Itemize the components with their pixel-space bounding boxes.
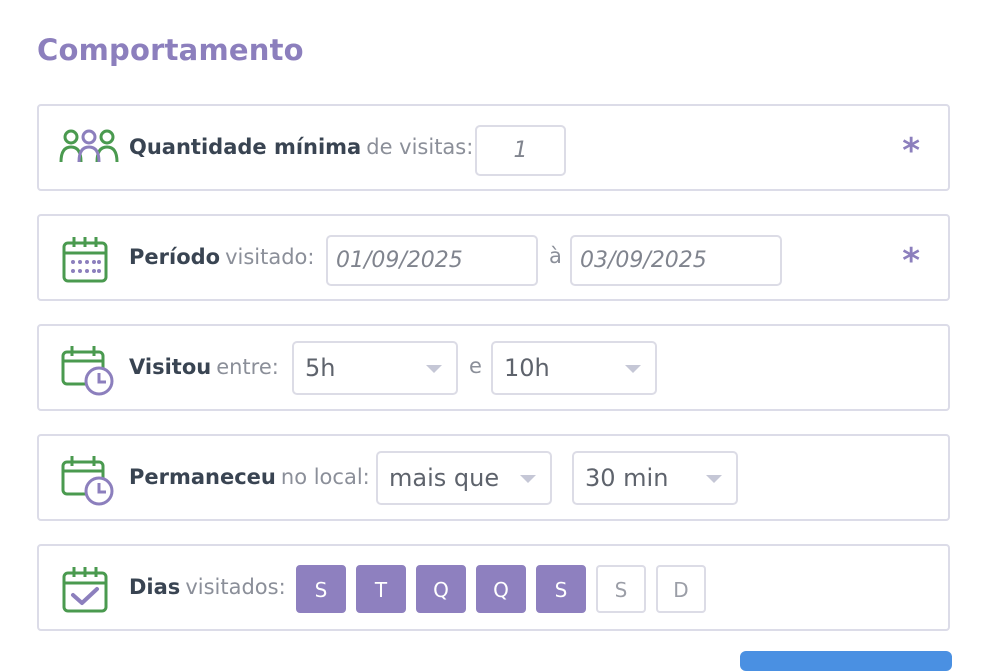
action-button-partial[interactable] [740, 651, 952, 671]
chevron-down-icon [706, 475, 722, 483]
stayed-duration-value: 30 min [585, 464, 669, 492]
visited-between-label-light: entre: [216, 355, 279, 379]
min-visits-input[interactable]: 1 [475, 125, 566, 176]
chevron-down-icon [426, 365, 442, 373]
users-icon [59, 120, 119, 176]
visited-between-label: Visitou entre: [129, 326, 279, 409]
day-toggle-qua[interactable]: Q [416, 565, 466, 613]
day-toggle-seg[interactable]: S [296, 565, 346, 613]
stayed-card: Permaneceu no local: mais que 30 min [37, 434, 950, 521]
visited-between-separator: e [469, 354, 482, 378]
section-title: Comportamento [37, 33, 304, 67]
period-start-input[interactable]: 01/09/2025 [326, 235, 538, 286]
period-label-light: visitado: [225, 245, 315, 269]
visited-to-value: 10h [504, 354, 550, 382]
min-visits-label-light: de visitas: [366, 135, 474, 159]
calendar-icon [59, 234, 115, 290]
period-end-input[interactable]: 03/09/2025 [570, 235, 782, 286]
days-label-light: visitados: [185, 575, 286, 599]
stayed-label-light: no local: [280, 465, 370, 489]
visited-to-select[interactable]: 10h [491, 341, 657, 395]
calendar-check-icon [59, 564, 115, 620]
period-label-bold: Período [129, 245, 221, 269]
period-label: Período visitado: [129, 216, 314, 299]
day-toggle-sab[interactable]: S [596, 565, 646, 613]
stayed-duration-select[interactable]: 30 min [572, 451, 738, 505]
chevron-down-icon [625, 365, 641, 373]
days-card: Dias visitados: S T Q Q S S D [37, 544, 950, 631]
period-card: Período visitado: 01/09/2025 à 03/09/2025… [37, 214, 950, 301]
stayed-comparator-select[interactable]: mais que [376, 451, 552, 505]
stayed-label-bold: Permaneceu [129, 465, 276, 489]
day-toggle-sex[interactable]: S [536, 565, 586, 613]
visited-between-label-bold: Visitou [129, 355, 212, 379]
min-visits-label-bold: Quantidade mínima [129, 135, 362, 159]
calendar-clock-icon [59, 344, 115, 400]
min-visits-label: Quantidade mínima de visitas: [129, 106, 473, 189]
day-toggle-qui[interactable]: Q [476, 565, 526, 613]
required-mark: * [902, 241, 920, 281]
visited-from-value: 5h [305, 354, 336, 382]
stayed-comparator-value: mais que [389, 464, 500, 492]
min-visits-card: Quantidade mínima de visitas: 1 * [37, 104, 950, 191]
visited-between-card: Visitou entre: 5h e 10h [37, 324, 950, 411]
chevron-down-icon [520, 475, 536, 483]
stayed-label: Permaneceu no local: [129, 436, 370, 519]
visited-from-select[interactable]: 5h [292, 341, 458, 395]
day-toggle-dom[interactable]: D [656, 565, 706, 613]
period-separator: à [549, 244, 562, 268]
calendar-clock-icon [59, 454, 115, 510]
days-label: Dias visitados: [129, 546, 286, 629]
day-toggle-ter[interactable]: T [356, 565, 406, 613]
required-mark: * [902, 131, 920, 171]
days-label-bold: Dias [129, 575, 181, 599]
